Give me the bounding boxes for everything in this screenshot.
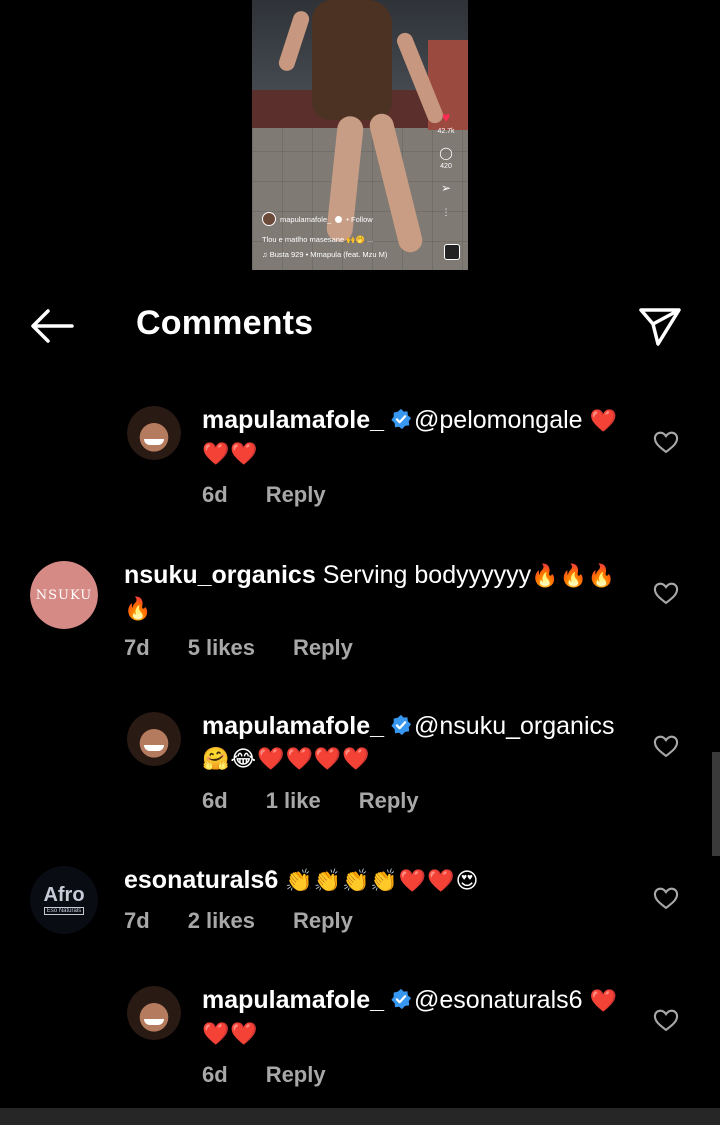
reel-caption: Tlou e matlho masesane 🙌🤭 ... [262,235,374,244]
comment-meta: 7d 2 likes Reply [124,908,353,934]
reel-action-column: ♥ 42.7k ◯ 420 ➢ ⋮ [432,110,460,218]
comment-meta: 7d 5 likes Reply [124,635,353,661]
heart-icon[interactable]: ♥ [442,110,450,124]
like-button[interactable] [652,579,680,607]
comment-emojis: ❤️ [589,988,618,1013]
reply-button[interactable]: Reply [359,788,419,814]
comment-item: mapulamafole_ @nsuku_organics 🤗😂❤️❤️❤️❤️ … [0,706,720,826]
verified-badge-icon [391,714,412,736]
comment-mention[interactable]: @esonaturals6 [414,986,583,1014]
avatar[interactable] [127,712,181,766]
comment-body: nsuku_organics Serving bodyyyyyy🔥🔥🔥 🔥 [124,559,624,625]
comment-body: esonaturals6 👏👏👏👏❤️❤️😍 [124,864,624,897]
comment-emojis: ❤️❤️ [202,441,259,466]
comment-likes[interactable]: 5 likes [188,635,255,661]
avatar[interactable] [127,986,181,1040]
arrow-left-icon [31,309,74,343]
reel-thumbnail[interactable]: ♥ 42.7k ◯ 420 ➢ ⋮ mapulamafole_ • Follow… [252,0,468,270]
send-icon [639,308,681,346]
reel-username[interactable]: mapulamafole_ [280,215,331,224]
reply-button[interactable]: Reply [266,482,326,508]
music-album-icon[interactable] [444,244,460,260]
comment-emojis: 🤗😂❤️❤️❤️❤️ [202,746,371,771]
comment-time: 6d [202,1062,228,1087]
heart-outline-icon [653,431,679,454]
comment-username[interactable]: mapulamafole_ [202,406,384,434]
scrollbar[interactable] [712,752,720,856]
comment-username[interactable]: mapulamafole_ [202,712,384,740]
reply-button[interactable]: Reply [293,908,353,934]
reel-comment-count: 420 [440,163,452,170]
like-button[interactable] [652,884,680,912]
heart-outline-icon [653,582,679,605]
comment-meta: 6d 1 like Reply [202,788,419,814]
reply-button[interactable]: Reply [293,635,353,661]
comment-mention[interactable]: @pelomongale [414,406,583,434]
comment-time: 7d [124,635,150,660]
reel-like-count: 42.7k [437,128,455,135]
comment-emojis: ❤️❤️ [202,1021,259,1046]
heart-outline-icon [653,735,679,758]
avatar[interactable]: NSUKU [30,561,98,629]
avatar-photo [127,986,181,1040]
comment-text: Serving bodyyyyyy [322,561,532,589]
thumbnail-figure-dress [312,0,392,120]
back-button[interactable] [28,306,76,346]
comment-time: 6d [202,788,228,813]
comment-likes[interactable]: 2 likes [188,908,255,934]
comment-emojis: 🔥 [124,596,153,621]
avatar[interactable]: Afro Eso Naturals [30,866,98,934]
avatar-logo-text: NSUKU [35,587,93,603]
comment-body: mapulamafole_ @esonaturals6 ❤️ ❤️❤️ [202,984,642,1050]
comment-time: 6d [202,482,228,507]
like-button[interactable] [652,732,680,760]
comment-likes[interactable]: 1 like [266,788,321,814]
comment-username[interactable]: nsuku_organics [124,561,316,589]
comment-item: Afro Eso Naturals esonaturals6 👏👏👏👏❤️❤️😍… [0,862,720,962]
comment-item: mapulamafole_ @pelomongale ❤️ ❤️❤️ 6d Rep… [0,400,720,520]
verified-badge-icon [391,408,412,430]
comment-time: 7d [124,908,150,933]
page-title: Comments [136,304,314,342]
avatar-photo [127,712,181,766]
reel-meta: mapulamafole_ • Follow Tlou e matlho mas… [262,212,442,259]
reel-song[interactable]: ♫ Busta 929 • Mmapula (feat. Mzu M) [262,250,442,259]
like-button[interactable] [652,1006,680,1034]
avatar-photo: Afro Eso Naturals [30,866,98,934]
comment-item: mapulamafole_ @esonaturals6 ❤️ ❤️❤️ 6d Re… [0,980,720,1100]
comment-emojis: 👏👏👏👏❤️❤️😍 [285,868,480,893]
comment-item: NSUKU nsuku_organics Serving bodyyyyyy🔥🔥… [0,555,720,675]
share-button[interactable] [636,302,684,350]
heart-outline-icon [653,887,679,910]
comment-icon[interactable]: ◯ [439,147,452,159]
bottom-bar [0,1108,720,1125]
comment-body: mapulamafole_ @pelomongale ❤️ ❤️❤️ [202,404,642,470]
comment-username[interactable]: mapulamafole_ [202,986,384,1014]
avatar-logo-text: Afro [43,884,85,906]
avatar-photo [127,406,181,460]
reel-follow-link[interactable]: • Follow [346,215,372,224]
comment-emojis: 🔥🔥🔥 [531,563,617,588]
reel-user-line: mapulamafole_ • Follow [262,212,442,226]
avatar-logo-subtext: Eso Naturals [43,907,85,915]
comment-username[interactable]: esonaturals6 [124,866,278,894]
heart-outline-icon [653,1009,679,1032]
comment-emojis: ❤️ [589,408,618,433]
comment-body: mapulamafole_ @nsuku_organics 🤗😂❤️❤️❤️❤️ [202,710,642,775]
reel-avatar[interactable] [262,212,276,226]
reply-button[interactable]: Reply [266,1062,326,1088]
verified-icon [335,215,343,223]
comments-header: Comments [0,290,720,362]
comment-mention[interactable]: @nsuku_organics [414,712,615,740]
avatar-photo: NSUKU [30,561,98,629]
comment-meta: 6d Reply [202,1062,326,1088]
like-button[interactable] [652,428,680,456]
verified-badge-icon [391,988,412,1010]
avatar[interactable] [127,406,181,460]
send-icon[interactable]: ➢ [441,182,451,194]
more-icon[interactable]: ⋮ [442,206,451,218]
comment-meta: 6d Reply [202,482,326,508]
